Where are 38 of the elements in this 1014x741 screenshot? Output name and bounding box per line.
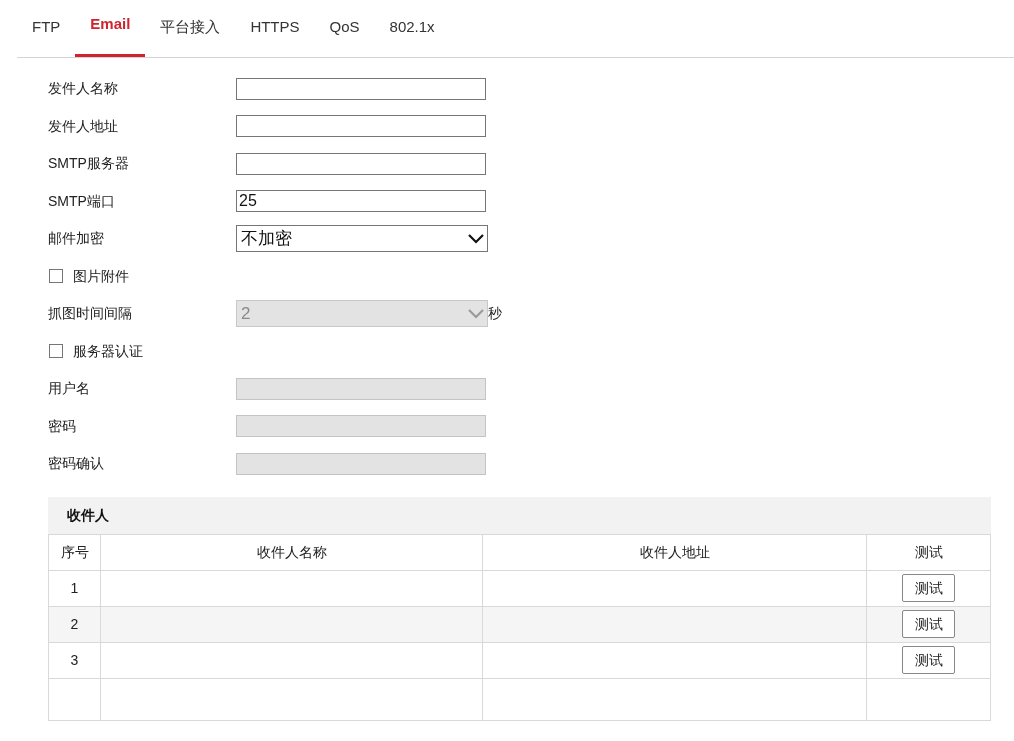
table-cell: 1: [49, 570, 101, 606]
input-field[interactable]: 25: [236, 190, 486, 213]
tab[interactable]: HTTPS: [235, 0, 315, 57]
test-button[interactable]: 测试: [902, 574, 955, 602]
chevron-down-icon: [468, 233, 484, 244]
field-label: 用户名: [48, 379, 91, 399]
field-label: 发件人地址: [48, 116, 119, 136]
input-field[interactable]: [236, 115, 486, 138]
tab[interactable]: 802.1x: [374, 0, 450, 57]
checkbox[interactable]: [49, 344, 63, 359]
field-label: SMTP服务器: [48, 154, 130, 174]
checkbox-label: 图片附件: [73, 266, 129, 286]
dropdown-field[interactable]: 不加密: [236, 225, 488, 253]
tab[interactable]: FTP: [17, 0, 76, 57]
column-header: 收件人地址: [483, 534, 867, 570]
input-field[interactable]: [236, 77, 486, 100]
tab[interactable]: 平台接入: [145, 0, 236, 57]
section-header: 收件人: [48, 496, 991, 534]
column-header: 序号: [49, 534, 101, 570]
field-label: 抓图时间间隔: [48, 304, 133, 324]
test-button[interactable]: 测试: [902, 646, 955, 674]
table-cell: 2: [49, 606, 101, 642]
field-label: 密码确认: [48, 454, 105, 474]
table-cell: 3: [49, 642, 101, 678]
field-label: 密码: [48, 416, 77, 436]
field-label: 邮件加密: [48, 229, 105, 249]
column-header: 收件人名称: [101, 534, 483, 570]
field-label: SMTP端口: [48, 191, 116, 211]
tab[interactable]: Email: [75, 0, 146, 57]
field-label: 发件人名称: [48, 79, 119, 99]
tab[interactable]: QoS: [314, 0, 375, 57]
column-header: 测试: [913, 542, 944, 562]
test-button[interactable]: 测试: [902, 610, 955, 638]
checkbox[interactable]: [49, 269, 63, 284]
chevron-down-icon: [468, 308, 484, 319]
checkbox-label: 服务器认证: [73, 341, 143, 361]
unit-label: 秒: [488, 304, 502, 324]
input-field[interactable]: [236, 152, 486, 175]
